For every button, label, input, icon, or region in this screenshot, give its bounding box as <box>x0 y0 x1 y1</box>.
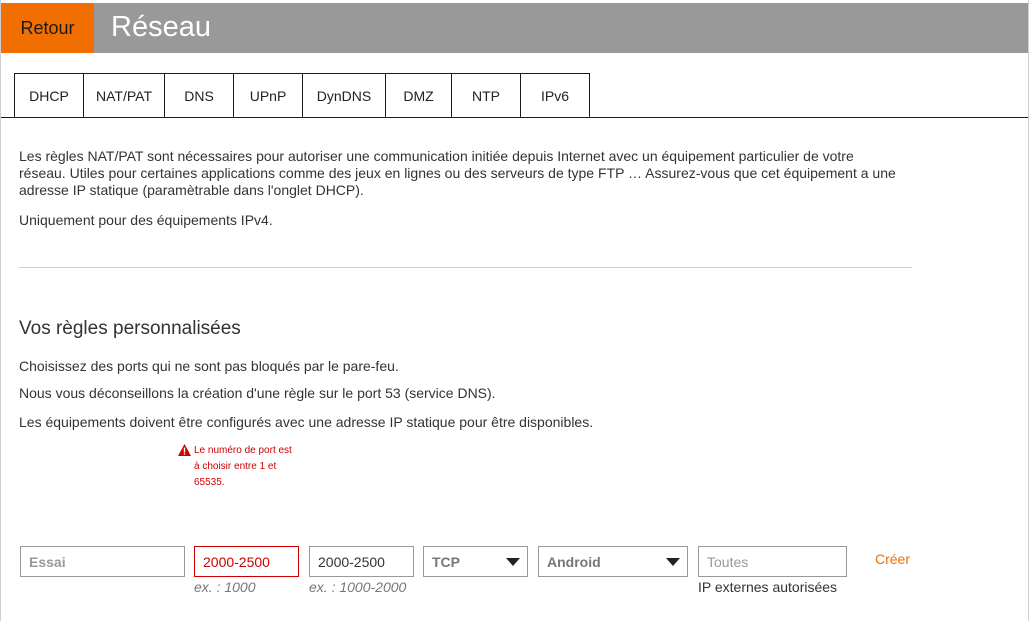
rule-hint-static-ip: Les équipements doivent être configurés … <box>19 414 594 430</box>
page-title: Réseau <box>111 11 211 43</box>
device-value: Android <box>547 553 601 570</box>
tab-ipv6[interactable]: IPv6 <box>521 73 590 118</box>
external-ip-hint: IP externes autorisées <box>698 579 838 595</box>
create-rule-button[interactable]: Créer <box>875 551 910 567</box>
section-title: Vos règles personnalisées <box>19 318 241 339</box>
external-port-hint: ex. : 1000-2000 <box>309 579 407 595</box>
warning-icon <box>178 444 191 456</box>
tab-dns[interactable]: DNS <box>165 73 234 118</box>
protocol-select[interactable]: TCP <box>423 546 528 577</box>
internal-port-input[interactable]: 2000-2500 <box>194 546 299 577</box>
tab-upnp[interactable]: UPnP <box>234 73 303 118</box>
tab-baseline <box>589 117 1028 118</box>
port-error-text: Le numéro de port est à choisir entre 1 … <box>194 445 292 488</box>
rule-hint-dns: Nous vous déconseillons la création d'un… <box>19 385 496 401</box>
protocol-value: TCP <box>432 553 460 570</box>
section-divider <box>19 267 912 268</box>
back-button[interactable]: Retour <box>1 3 94 53</box>
chevron-down-icon <box>666 558 680 566</box>
tab-nat-pat[interactable]: NAT/PAT <box>84 73 165 118</box>
rule-name-input[interactable]: Essai <box>20 546 185 577</box>
external-port-input[interactable]: 2000-2500 <box>309 546 414 577</box>
chevron-down-icon <box>506 558 520 566</box>
tab-dmz[interactable]: DMZ <box>386 73 452 118</box>
intro-description: Les règles NAT/PAT sont nécessaires pour… <box>19 148 896 198</box>
external-ip-input[interactable]: Toutes <box>698 546 847 577</box>
tab-bar: DHCP NAT/PAT DNS UPnP DynDNS DMZ NTP IPv… <box>14 73 590 118</box>
tab-dyndns[interactable]: DynDNS <box>303 73 386 118</box>
rule-hint-firewall: Choisissez des ports qui ne sont pas blo… <box>19 358 399 374</box>
tab-ntp[interactable]: NTP <box>452 73 521 118</box>
tab-baseline-left <box>1 117 14 118</box>
header-bar: Retour Réseau <box>1 3 1028 53</box>
device-select[interactable]: Android <box>538 546 688 577</box>
tab-dhcp[interactable]: DHCP <box>14 73 84 118</box>
ipv4-note: Uniquement pour des équipements IPv4. <box>19 212 273 228</box>
internal-port-hint: ex. : 1000 <box>194 579 256 595</box>
